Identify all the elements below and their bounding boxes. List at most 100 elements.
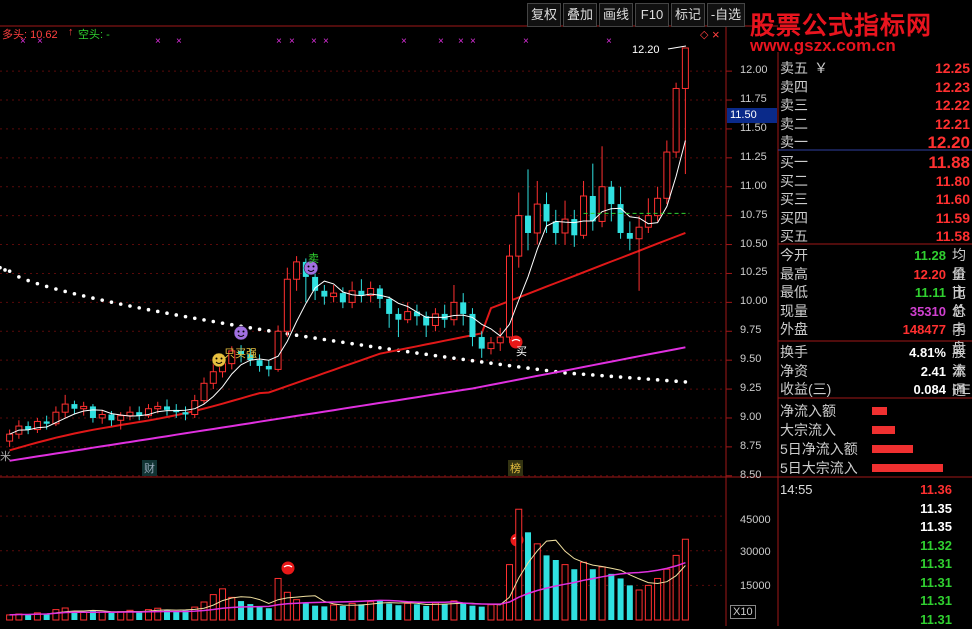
fund-flow-bar — [872, 464, 943, 472]
support-dot — [17, 275, 21, 279]
sell-level-5[interactable]: 卖五 ￥ 12.25 — [780, 59, 972, 78]
support-dot — [507, 363, 512, 368]
buy-level-5[interactable]: 买五 11.58 — [780, 227, 972, 246]
mark-button[interactable]: 标记 — [671, 3, 705, 27]
support-dot — [137, 306, 142, 310]
volume-bar-down — [302, 602, 309, 620]
candle-body-down — [571, 219, 578, 236]
tick-price: 11.35 — [920, 519, 952, 534]
volume-bar-down — [173, 611, 180, 620]
sell-level-label: 卖五 — [780, 60, 808, 76]
close-icon[interactable]: × — [712, 27, 720, 42]
sell-level-4[interactable]: 卖四 12.23 — [780, 78, 972, 97]
support-dot — [257, 327, 262, 332]
support-dot — [294, 333, 299, 338]
volume-bar-up — [219, 588, 227, 621]
volume-bar-down — [617, 578, 624, 620]
buy-level-price: 11.58 — [935, 228, 970, 244]
candle-body-up — [6, 433, 14, 442]
stat2-right-label: PE — [952, 381, 971, 397]
stat-label: 最高 — [780, 265, 808, 282]
stat-label: 今开 — [780, 247, 808, 263]
sell-level-price: 12.25 — [934, 60, 970, 76]
fund-flow-label: 净流入额 — [780, 403, 836, 419]
volume-bar-down — [25, 614, 32, 620]
signal-cross-icon: × — [470, 36, 476, 47]
buy-level-2[interactable]: 买二 11.80 — [780, 172, 972, 191]
candle-body-up — [154, 405, 162, 410]
volume-bar-down — [265, 608, 272, 620]
buy-level-label: 买二 — [780, 172, 808, 189]
stat2-label: 净资 — [780, 362, 808, 379]
volume-bar-up — [663, 568, 671, 621]
finance-marker[interactable]: 财 — [142, 460, 157, 476]
signal-cross-icon: × — [289, 36, 295, 47]
f10-button[interactable]: F10 — [635, 3, 669, 27]
purple-face-icon-eye — [237, 330, 240, 333]
tick-row: 11.35 — [780, 517, 972, 536]
stat2-value: 4.81% — [909, 345, 946, 360]
candle-body-down — [108, 414, 115, 421]
ranking-marker[interactable]: 榜 — [508, 460, 523, 476]
draw-line-button[interactable]: 画线 — [599, 3, 633, 27]
short-label: 空头: - — [78, 29, 110, 41]
support-dot — [359, 343, 364, 347]
volume-bar-up — [80, 611, 88, 621]
candle-body-up — [450, 301, 458, 321]
overlay-button[interactable]: 叠加 — [563, 3, 597, 27]
candle-body-up — [496, 336, 504, 344]
stat2-value: 2.41 — [920, 363, 946, 379]
long-arrow-icon: ↑ — [68, 26, 74, 38]
candle-body-up — [580, 195, 588, 236]
price-tick: 10.75 — [740, 208, 768, 221]
sell-level-label: 卖三 — [780, 97, 808, 113]
volume-bar-down — [423, 605, 430, 620]
buy-level-1[interactable]: 买一 11.88 — [780, 153, 972, 172]
tick-price: 11.31 — [920, 593, 952, 608]
volume-bar-down — [589, 569, 596, 620]
sell-level-3[interactable]: 卖三 12.22 — [780, 96, 972, 115]
tick-row: 14:55 11.36 — [780, 480, 972, 499]
fuquan-button[interactable]: 复权 — [527, 3, 561, 27]
volume-bar-up — [348, 602, 356, 621]
signal-cross-icon: × — [311, 36, 317, 47]
candle-body-down — [89, 406, 96, 418]
stat-label: 外盘 — [780, 321, 808, 337]
support-dot — [405, 349, 410, 354]
candle-body-down — [182, 412, 189, 415]
support-dot — [544, 368, 549, 373]
support-dot — [591, 373, 595, 377]
volume-tick-15000: 15000 — [740, 580, 771, 592]
buy-level-3[interactable]: 买三 11.60 — [780, 190, 972, 209]
candle-body-up — [635, 226, 643, 240]
smiley-icon-eye — [220, 357, 223, 360]
buy-level-4[interactable]: 买四 11.59 — [780, 209, 972, 228]
tick-price: 11.32 — [920, 537, 952, 553]
candle-body-up — [515, 215, 523, 257]
volume-bar-down — [386, 603, 393, 620]
volume-bar-down — [358, 604, 365, 620]
candle-body-up — [431, 313, 439, 326]
signal-cross-icon: × — [276, 36, 282, 47]
volume-bar-up — [209, 594, 217, 621]
candle-body-down — [376, 288, 383, 299]
volume-bar-up — [98, 611, 106, 621]
watchlist-button[interactable]: -自选 — [707, 3, 745, 27]
support-dot — [211, 319, 216, 324]
support-dot — [267, 329, 271, 333]
stat2-label: 换手 — [780, 344, 808, 360]
price-tick: 9.50 — [740, 353, 762, 366]
sell-level-price: 12.20 — [927, 133, 970, 152]
support-dot — [683, 380, 688, 384]
volume-bar-up — [117, 611, 125, 621]
support-dot — [72, 291, 77, 296]
price-tick: 11.25 — [740, 150, 767, 163]
volume-bar-down — [608, 573, 615, 620]
sell-level-1[interactable]: 卖一 12.20 — [780, 133, 972, 152]
stat-row: 最高 12.20 量比 — [780, 265, 972, 301]
volume-bar-down — [478, 606, 485, 620]
diamond-icon[interactable]: ◇ — [700, 28, 708, 41]
volume-bar-up — [52, 609, 60, 621]
support-dot — [81, 294, 86, 298]
sell-level-2[interactable]: 卖二 12.21 — [780, 115, 972, 134]
